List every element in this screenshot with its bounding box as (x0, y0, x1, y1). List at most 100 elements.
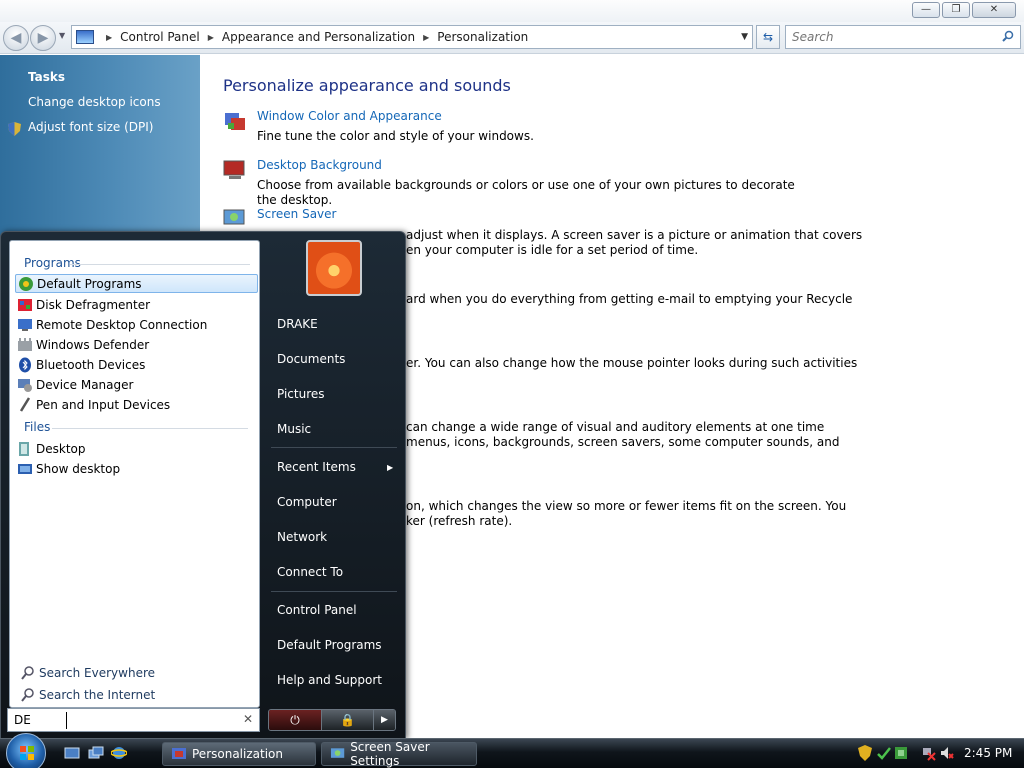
programs-group-label: Programs (24, 256, 81, 270)
result-label: Remote Desktop Connection (36, 317, 208, 332)
task-change-desktop-icons[interactable]: Change desktop icons (28, 95, 161, 109)
start-item-recent-items[interactable]: Recent Items (277, 460, 356, 474)
switch-windows-icon[interactable] (88, 745, 104, 761)
search-internet-link[interactable]: Search the Internet (18, 687, 155, 703)
search-input[interactable] (786, 26, 986, 48)
search-icon (21, 666, 34, 680)
power-controls: ⏻ 🔒 ▶ (268, 709, 396, 731)
network-disconnected-icon[interactable] (922, 745, 936, 761)
uac-shield-icon (8, 122, 21, 136)
start-item-pictures[interactable]: Pictures (277, 387, 325, 401)
desktop-folder-icon (19, 441, 29, 456)
group-divider (52, 428, 248, 429)
result-disk-defragmenter[interactable]: Disk Defragmenter (15, 295, 258, 314)
start-item-user[interactable]: DRAKE (277, 317, 318, 331)
task-adjust-font-size[interactable]: Adjust font size (DPI) (28, 120, 153, 134)
clear-search-icon[interactable]: ✕ (243, 712, 253, 726)
menu-divider (271, 591, 397, 592)
maximize-button[interactable]: ❐ (942, 2, 970, 18)
crumb-separator-icon[interactable]: ▶ (423, 33, 429, 42)
power-button[interactable]: ⏻ (269, 710, 321, 730)
breadcrumb-appearance[interactable]: Appearance and Personalization (222, 30, 415, 44)
screen-saver-desc-2: en your computer is idle for a set perio… (406, 243, 699, 257)
result-device-manager[interactable]: Device Manager (15, 375, 258, 394)
result-remote-desktop[interactable]: Remote Desktop Connection (15, 315, 258, 334)
security-shield-tray-icon[interactable] (858, 745, 872, 761)
forward-arrow-icon: ▶ (37, 30, 49, 46)
page-title: Personalize appearance and sounds (223, 76, 511, 95)
recent-pages-dropdown[interactable]: ▼ (59, 31, 65, 40)
lock-button[interactable]: 🔒 (321, 710, 373, 730)
taskbar-button-label: Screen Saver Settings (350, 740, 430, 768)
result-windows-defender[interactable]: Windows Defender (15, 335, 258, 354)
start-item-help-support[interactable]: Help and Support (277, 673, 382, 687)
system-clock[interactable]: 2:45 PM (964, 746, 1012, 760)
desktop-background-desc: Choose from available backgrounds or col… (257, 178, 795, 207)
refresh-button[interactable]: ⇆ (756, 25, 780, 49)
result-desktop[interactable]: Desktop (15, 439, 258, 458)
search-internet-label: Search the Internet (39, 688, 156, 702)
start-menu-results-pane: Programs Default Programs Disk Defragmen… (9, 240, 260, 708)
disk-defragmenter-icon (18, 298, 32, 311)
forward-button[interactable]: ▶ (30, 25, 56, 51)
user-avatar[interactable] (306, 240, 362, 296)
start-item-documents[interactable]: Documents (277, 352, 345, 366)
result-label: Pen and Input Devices (36, 397, 171, 412)
desktop-background-link[interactable]: Desktop Background (257, 158, 382, 172)
shutdown-options-button[interactable]: ▶ (373, 710, 395, 730)
result-label: Device Manager (36, 377, 134, 392)
crumb-separator-icon[interactable]: ▶ (106, 33, 112, 42)
result-label: Windows Defender (36, 337, 150, 352)
search-everywhere-label: Search Everywhere (39, 666, 155, 680)
start-search-box[interactable]: ✕ (7, 708, 260, 732)
network-tray-icon[interactable] (894, 745, 908, 761)
start-item-computer[interactable]: Computer (277, 495, 337, 509)
group-divider (70, 264, 250, 265)
search-icon[interactable] (1002, 30, 1014, 42)
display-settings-desc-fragment-2: ker (refresh rate). (406, 514, 513, 528)
default-programs-icon (19, 276, 33, 291)
taskbar-personalization[interactable]: Personalization (162, 742, 316, 766)
address-dropdown-icon[interactable]: ▼ (741, 32, 748, 42)
start-item-music[interactable]: Music (277, 422, 311, 436)
taskbar-button-label: Personalization (192, 747, 283, 761)
power-icon: ⏻ (290, 713, 300, 727)
internet-explorer-icon[interactable] (111, 745, 127, 761)
screen-saver-link[interactable]: Screen Saver (257, 207, 336, 221)
start-button[interactable] (6, 733, 46, 768)
result-default-programs[interactable]: Default Programs (15, 274, 258, 293)
minimize-button[interactable]: — (912, 2, 940, 18)
search-everywhere-link[interactable]: Search Everywhere (18, 665, 155, 681)
search-icon (21, 688, 34, 702)
start-item-default-programs[interactable]: Default Programs (277, 638, 382, 652)
display-settings-desc-fragment: on, which changes the view so more or fe… (406, 499, 847, 513)
windows-logo-icon (20, 746, 34, 760)
lock-icon: 🔒 (340, 713, 355, 727)
window-controls: — ❐ ✕ (912, 2, 1016, 18)
taskbar-screen-saver-settings[interactable]: Screen Saver Settings (321, 740, 477, 768)
volume-muted-icon[interactable] (940, 745, 954, 761)
result-bluetooth-devices[interactable]: Bluetooth Devices (15, 355, 258, 374)
start-item-connect-to[interactable]: Connect To (277, 565, 343, 579)
window-color-link[interactable]: Window Color and Appearance (257, 109, 442, 123)
show-desktop-quicklaunch-icon[interactable] (64, 745, 80, 761)
crumb-separator-icon[interactable]: ▶ (208, 33, 214, 42)
breadcrumb-control-panel[interactable]: Control Panel (120, 30, 200, 44)
result-label: Desktop (36, 441, 86, 456)
result-pen-input-devices[interactable]: Pen and Input Devices (15, 395, 258, 414)
tasks-heading: Tasks (28, 70, 66, 84)
start-item-network[interactable]: Network (277, 530, 327, 544)
start-search-input[interactable] (8, 709, 228, 731)
address-bar[interactable]: ▶ Control Panel ▶ Appearance and Persona… (71, 25, 753, 49)
search-box[interactable] (785, 25, 1021, 49)
close-button[interactable]: ✕ (972, 2, 1016, 18)
result-show-desktop[interactable]: Show desktop (15, 459, 258, 478)
checkmark-tray-icon[interactable] (877, 745, 891, 761)
screen-saver-desc: adjust when it displays. A screen saver … (406, 228, 863, 242)
back-button[interactable]: ◀ (3, 25, 29, 51)
menu-divider (271, 447, 397, 448)
screen-saver-window-icon (330, 748, 345, 758)
control-panel-icon (76, 30, 94, 44)
breadcrumb-personalization[interactable]: Personalization (437, 30, 528, 44)
start-item-control-panel[interactable]: Control Panel (277, 603, 357, 617)
